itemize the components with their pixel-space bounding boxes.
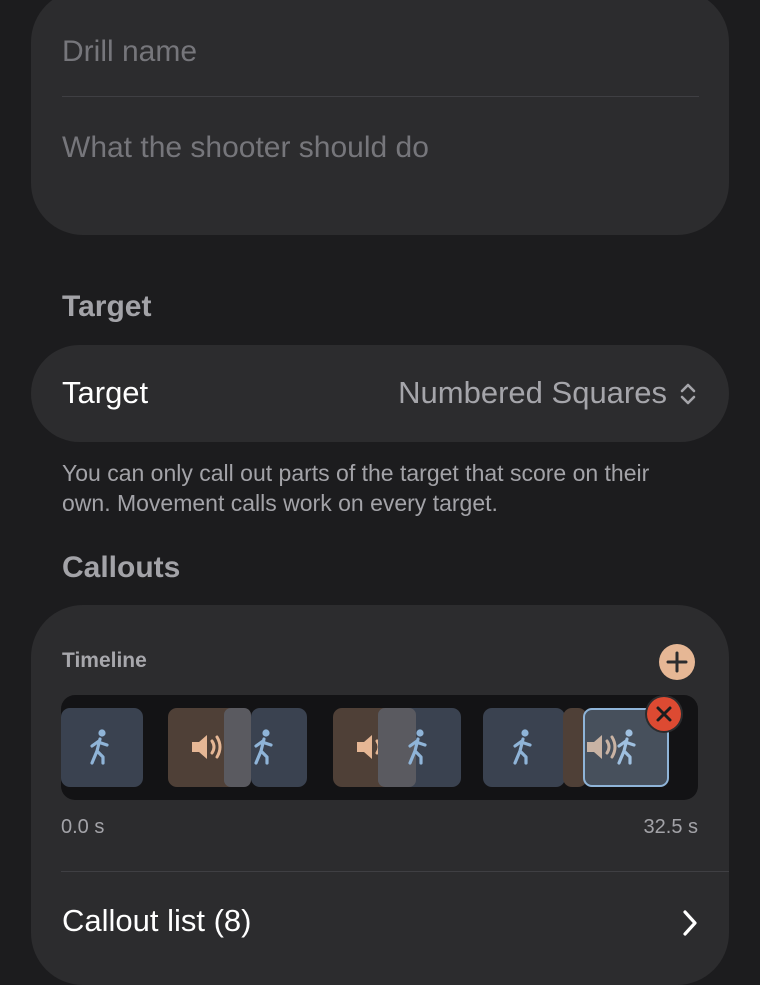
figure-walk-icon bbox=[513, 729, 532, 765]
drill-info-card: Drill name What the shooter should do bbox=[31, 0, 729, 235]
callouts-section-header: Callouts bbox=[62, 551, 181, 584]
field-divider bbox=[62, 96, 699, 97]
target-picker-row[interactable]: Target Numbered Squares bbox=[31, 345, 729, 442]
figure-walk-icon bbox=[408, 729, 427, 765]
timeline-label: Timeline bbox=[62, 649, 147, 672]
target-row-value[interactable]: Numbered Squares bbox=[398, 375, 667, 411]
close-icon bbox=[656, 706, 672, 722]
figure-walk-icon bbox=[254, 729, 273, 765]
timeline-start-time: 0.0 s bbox=[61, 816, 105, 838]
chevron-up-down-icon bbox=[680, 383, 696, 405]
drill-description-field[interactable]: What the shooter should do bbox=[62, 131, 429, 165]
list-divider bbox=[61, 871, 729, 872]
callouts-card: Timeline 0.0 s 32.5 s Callout list (8) bbox=[31, 605, 729, 985]
drill-name-field[interactable]: Drill name bbox=[62, 35, 197, 69]
figure-walk-icon bbox=[90, 729, 109, 765]
target-section-header: Target bbox=[62, 290, 152, 323]
figure-walk-icon bbox=[617, 729, 636, 765]
chevron-right-icon bbox=[683, 910, 697, 936]
timeline-track[interactable] bbox=[61, 695, 698, 800]
add-callout-button[interactable] bbox=[659, 644, 695, 680]
callout-list-row[interactable]: Callout list (8) bbox=[62, 903, 252, 939]
delete-callout-button[interactable] bbox=[647, 697, 681, 731]
plus-icon bbox=[666, 651, 688, 673]
timeline-end-time: 32.5 s bbox=[643, 816, 698, 838]
target-row-label: Target bbox=[62, 375, 149, 410]
target-footnote: You can only call out parts of the targe… bbox=[62, 460, 650, 516]
